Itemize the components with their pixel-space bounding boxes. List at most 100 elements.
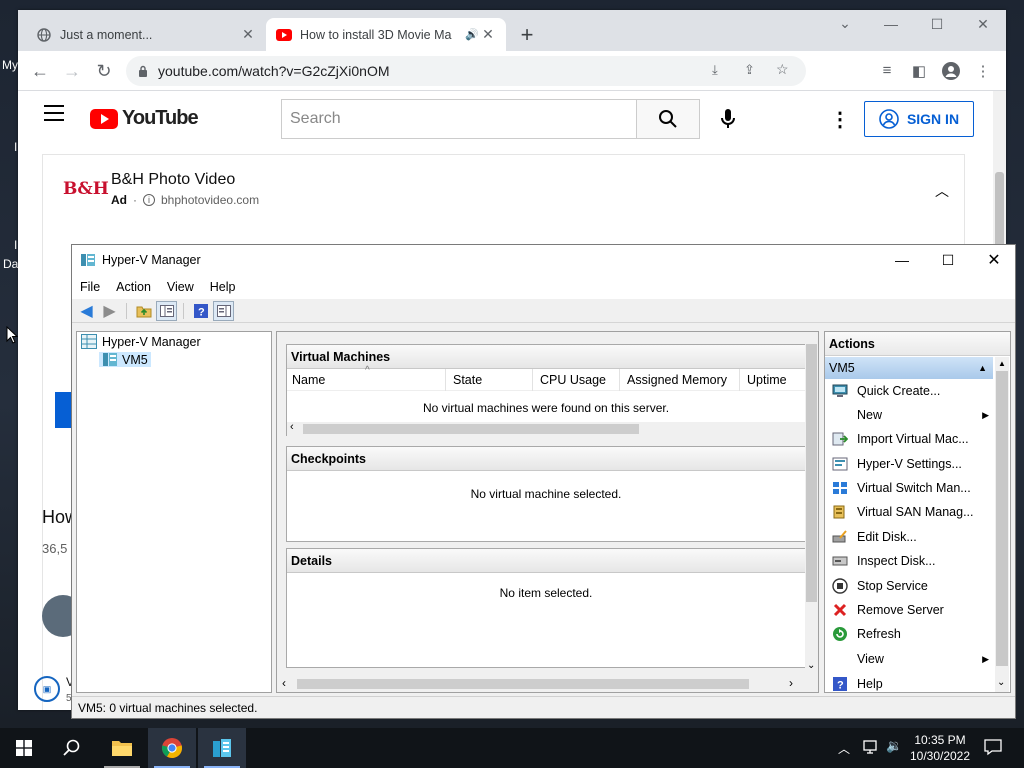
center-horizontal-scrollbar[interactable]: ‹ › [277, 676, 805, 691]
up-folder-icon[interactable] [133, 301, 154, 321]
column-uptime[interactable]: Uptime [747, 373, 787, 387]
tab-search-icon[interactable]: ⌄ [834, 15, 856, 32]
scrollbar-thumb[interactable] [303, 424, 639, 434]
actions-group-vm5[interactable]: VM5 ▲ [825, 357, 993, 379]
minimize-icon[interactable]: — [880, 16, 902, 32]
mouse-cursor-icon [6, 325, 19, 349]
action-remove-server[interactable]: Remove Server [827, 598, 993, 622]
console-tree-icon[interactable] [156, 300, 177, 321]
menu-view[interactable]: View [159, 280, 202, 294]
chevron-up-icon[interactable]: ︿ [935, 181, 949, 201]
column-name[interactable]: Name [292, 373, 325, 387]
sign-in-button[interactable]: SIGN IN [864, 101, 974, 137]
start-button[interactable] [0, 728, 48, 768]
scroll-down-icon[interactable]: ⌄ [997, 677, 1005, 688]
forward-icon[interactable]: → [61, 61, 83, 82]
advertiser-name[interactable]: B&H Photo Video [111, 171, 235, 189]
tree-item-vm5[interactable]: VM5 [99, 352, 151, 367]
media-control-icon[interactable]: ≡ [878, 62, 896, 80]
column-state[interactable]: State [453, 373, 482, 387]
hyperv-titlebar[interactable]: Hyper-V Manager — ☐ ✕ [72, 245, 1015, 275]
close-tab-icon[interactable]: ✕ [480, 26, 496, 43]
profile-icon[interactable] [942, 62, 960, 80]
collapse-icon[interactable]: ▲ [978, 363, 987, 373]
center-vertical-scrollbar[interactable]: ⌄ [805, 344, 818, 672]
side-panel-icon[interactable]: ◧ [910, 62, 928, 80]
taskbar-chrome[interactable] [148, 728, 196, 768]
blank-icon [831, 650, 849, 668]
action-help[interactable]: ? Help [827, 672, 993, 696]
inspect-disk-icon [831, 552, 849, 570]
scroll-up-icon[interactable]: ▲ [998, 359, 1006, 368]
audio-icon[interactable]: 🔊 [464, 28, 480, 41]
scroll-right-icon[interactable]: › [789, 676, 793, 690]
vm-horizontal-scrollbar[interactable]: ‹ [287, 421, 805, 436]
action-view[interactable]: View ▶ [827, 647, 993, 671]
maximize-icon[interactable]: ☐ [926, 16, 948, 33]
column-cpu-usage[interactable]: CPU Usage [540, 373, 606, 387]
action-inspect-disk[interactable]: Inspect Disk... [827, 549, 993, 573]
close-window-icon[interactable]: ✕ [971, 245, 1017, 275]
tree-item-root[interactable]: Hyper-V Manager [81, 334, 201, 349]
info-icon[interactable]: i [143, 194, 155, 206]
tab-youtube[interactable]: How to install 3D Movie Ma 🔊 ✕ [266, 18, 506, 51]
action-import-virtual-mac[interactable]: Import Virtual Mac... [827, 427, 993, 451]
action-quick-create[interactable]: Quick Create... [827, 379, 993, 403]
column-assigned-memory[interactable]: Assigned Memory [627, 373, 727, 387]
omnibox[interactable]: youtube.com/watch?v=G2cZjXi0nOM ☆ ⇪ ⤓ [126, 56, 806, 86]
action-pane-icon[interactable] [213, 300, 234, 321]
microphone-icon[interactable] [720, 107, 736, 136]
menu-help[interactable]: Help [202, 280, 244, 294]
action-label: New [857, 408, 883, 422]
menu-file[interactable]: File [72, 280, 108, 294]
scrollbar-thumb[interactable] [996, 371, 1008, 666]
clock[interactable]: 10:35 PM 10/30/2022 [908, 732, 972, 764]
scroll-down-icon[interactable]: ⌄ [807, 660, 815, 671]
help-icon[interactable]: ? [190, 301, 211, 321]
settings-dots-icon[interactable]: ⋮ [830, 107, 850, 132]
install-icon[interactable]: ⤓ [712, 62, 718, 78]
actions-scrollbar[interactable]: ▲ ⌄ [995, 357, 1009, 692]
minimize-icon[interactable]: — [879, 245, 925, 275]
menu-action[interactable]: Action [108, 280, 159, 294]
action-edit-disk[interactable]: Edit Disk... [827, 525, 993, 549]
action-refresh[interactable]: Refresh [827, 622, 993, 646]
action-hyper-v-settings[interactable]: Hyper-V Settings... [827, 452, 993, 476]
new-tab-button[interactable]: + [516, 22, 538, 48]
taskbar-hyper-v-manager[interactable] [198, 728, 246, 768]
close-window-icon[interactable]: ✕ [972, 16, 994, 33]
chrome-menu-icon[interactable]: ⋮ [974, 62, 992, 80]
search-button[interactable] [48, 728, 96, 768]
search-input[interactable]: Search [281, 99, 637, 139]
tab-just-a-moment[interactable]: Just a moment... ✕ [26, 18, 266, 51]
advertiser-logo: B&H [63, 179, 109, 199]
search-button[interactable] [636, 99, 700, 139]
action-new[interactable]: New ▶ [827, 403, 993, 427]
forward-icon[interactable]: ▶ [99, 301, 120, 321]
ad-domain[interactable]: bhphotovideo.com [161, 193, 259, 207]
scrollbar-thumb[interactable] [297, 679, 749, 689]
action-label: Import Virtual Mac... [857, 432, 969, 446]
action-stop-service[interactable]: Stop Service [827, 574, 993, 598]
youtube-logo[interactable]: YouTube [90, 107, 199, 130]
scroll-left-icon[interactable]: ‹ [282, 676, 286, 690]
share-icon[interactable]: ⇪ [744, 62, 755, 78]
show-hidden-icons-icon[interactable]: ︿ [838, 740, 850, 757]
hamburger-menu-icon[interactable] [44, 105, 64, 121]
star-icon[interactable]: ☆ [776, 61, 789, 78]
close-tab-icon[interactable]: ✕ [240, 26, 256, 43]
scroll-left-icon[interactable]: ‹ [290, 421, 294, 433]
san-icon [831, 503, 849, 521]
scrollbar-thumb[interactable] [806, 344, 817, 602]
taskbar-file-explorer[interactable] [98, 728, 146, 768]
reload-icon[interactable]: ↻ [93, 61, 115, 82]
action-virtual-switch-man[interactable]: Virtual Switch Man... [827, 476, 993, 500]
notification-icon[interactable] [984, 738, 1002, 761]
action-virtual-san-manag[interactable]: Virtual SAN Manag... [827, 500, 993, 524]
back-icon[interactable]: ◀ [76, 301, 97, 321]
volume-icon[interactable]: 🔉 [886, 738, 902, 754]
window-title: Hyper-V Manager [102, 253, 201, 267]
network-icon[interactable] [862, 739, 880, 760]
back-icon[interactable]: ← [29, 61, 51, 82]
maximize-icon[interactable]: ☐ [925, 245, 971, 275]
